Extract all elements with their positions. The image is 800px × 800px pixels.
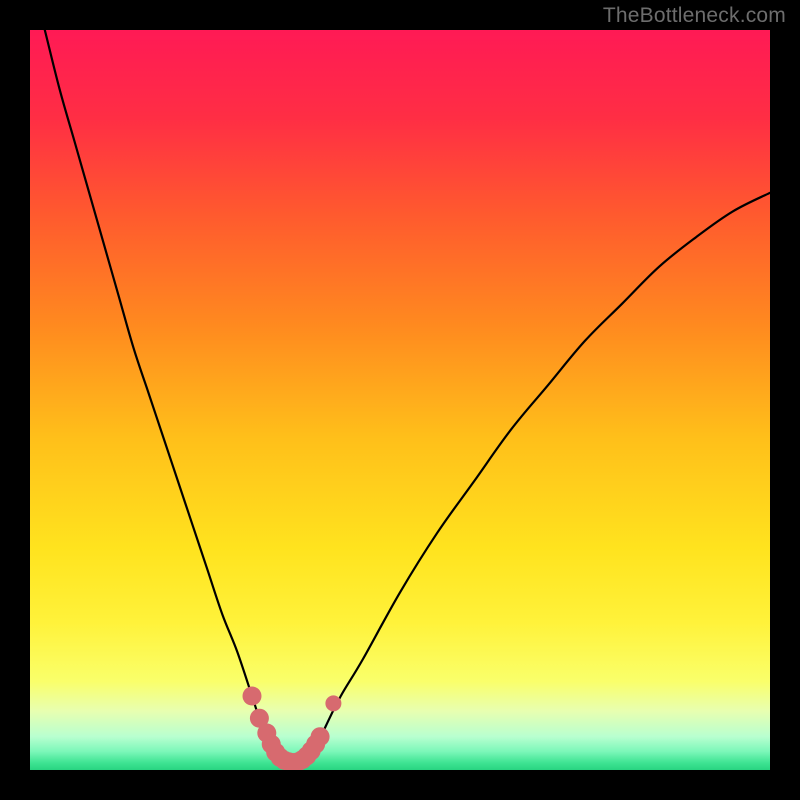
marker-dot <box>243 687 262 706</box>
marker-dot-extra <box>325 695 341 711</box>
gradient-background <box>30 30 770 770</box>
chart-area <box>30 30 770 770</box>
marker-dot <box>311 727 330 746</box>
chart-svg <box>30 30 770 770</box>
app-frame: TheBottleneck.com <box>0 0 800 800</box>
watermark: TheBottleneck.com <box>603 4 786 28</box>
